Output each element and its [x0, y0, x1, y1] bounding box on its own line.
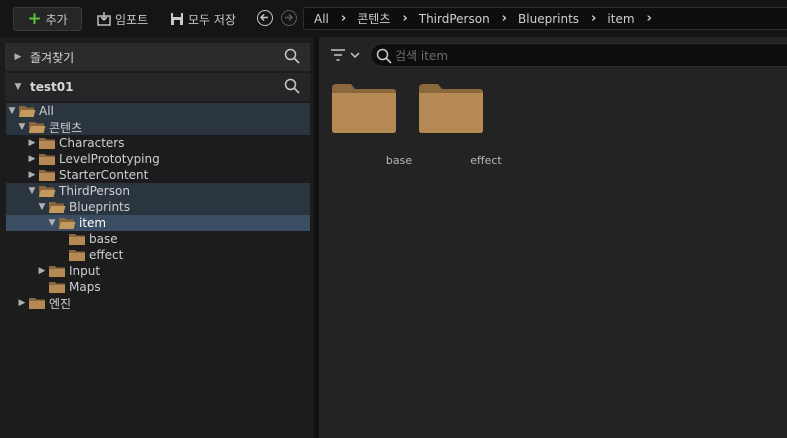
tree-item[interactable]: ▼ item — [6, 215, 310, 231]
save-all-button[interactable]: 모두 저장 — [170, 7, 236, 31]
chevron-right-icon[interactable]: › — [341, 11, 346, 26]
folder-icon — [419, 84, 483, 133]
folder-open-icon — [59, 217, 76, 229]
asset-label: effect — [470, 154, 502, 167]
tree-item-label: effect — [89, 248, 124, 262]
folder-icon — [39, 153, 55, 165]
arrow-left-icon — [260, 13, 268, 22]
tree-item-label: 엔진 — [49, 296, 72, 311]
add-label: 추가 — [45, 12, 68, 27]
tree-item-label: 콘텐츠 — [49, 120, 83, 135]
import-label: 임포트 — [115, 12, 149, 27]
tree-item-label: Maps — [69, 280, 101, 294]
tree-item[interactable]: effect — [6, 247, 310, 263]
tree-item-label: ThirdPerson — [59, 184, 130, 198]
breadcrumb-item[interactable]: 콘텐츠 — [357, 10, 390, 27]
chevron-right-icon[interactable]: ▶ — [27, 154, 37, 164]
tree-item-label: Blueprints — [69, 200, 131, 214]
folder-open-icon — [39, 185, 56, 197]
tree-item[interactable]: ▼ All — [6, 103, 310, 119]
back-button[interactable] — [257, 10, 273, 26]
filter-icon — [331, 49, 345, 61]
tree-item-label: Characters — [59, 136, 125, 150]
folder-icon — [69, 249, 85, 261]
breadcrumb-item[interactable]: All — [314, 12, 329, 26]
project-label: test01 — [30, 80, 74, 94]
chevron-down-icon[interactable]: ▼ — [13, 82, 23, 92]
favorites-label: 즐겨찾기 — [30, 50, 75, 65]
tree-item-label: All — [39, 104, 54, 118]
save-all-label: 모두 저장 — [188, 12, 236, 27]
tree-item[interactable]: ▶ StarterContent — [6, 167, 310, 183]
breadcrumb-item[interactable]: ThirdPerson — [419, 12, 490, 26]
tree-item[interactable]: ▼ 콘텐츠 — [6, 119, 310, 135]
search-icon[interactable] — [284, 48, 300, 64]
chevron-down-icon — [350, 52, 360, 59]
chevron-right-icon[interactable]: ▶ — [27, 170, 37, 180]
folder-open-icon — [49, 201, 66, 213]
chevron-right-icon[interactable]: ▶ — [37, 266, 47, 276]
filter-button[interactable] — [330, 46, 362, 64]
folder-icon — [69, 233, 85, 245]
tree-item[interactable]: ▼ ThirdPerson — [6, 183, 310, 199]
folder-icon — [49, 281, 65, 293]
breadcrumb-item[interactable]: Blueprints — [518, 12, 579, 26]
chevron-down-icon[interactable]: ▼ — [37, 202, 47, 212]
folder-icon — [39, 137, 55, 149]
tree-item-label: item — [79, 216, 107, 230]
import-button[interactable]: 임포트 — [96, 7, 148, 31]
tree-item-label: LevelPrototyping — [59, 152, 160, 166]
chevron-right-icon[interactable]: ▶ — [13, 52, 23, 62]
add-button[interactable]: + 추가 — [13, 7, 82, 31]
chevron-down-icon[interactable]: ▼ — [7, 106, 17, 116]
folder-icon — [39, 169, 55, 181]
search-icon[interactable] — [284, 78, 300, 94]
toolbar: + 추가 임포트 모두 저장 All › 콘텐츠 › ThirdPerson › Bl… — [0, 0, 787, 37]
asset-tile-base[interactable]: base — [331, 82, 412, 167]
tree-item[interactable]: ▼ Blueprints — [6, 199, 310, 215]
favorites-header[interactable]: ▶ 즐겨찾기 — [5, 43, 310, 71]
chevron-right-icon[interactable]: ▶ — [27, 138, 37, 148]
project-header[interactable]: ▼ test01 — [5, 73, 310, 101]
chevron-right-icon[interactable]: › — [647, 11, 652, 26]
import-icon — [97, 12, 111, 26]
chevron-down-icon[interactable]: ▼ — [47, 218, 57, 228]
save-icon — [171, 13, 183, 25]
chevron-right-icon[interactable]: › — [402, 11, 407, 26]
folder-open-icon — [19, 105, 36, 117]
arrow-right-icon — [285, 13, 293, 22]
chevron-down-icon[interactable]: ▼ — [27, 186, 37, 196]
chevron-down-icon[interactable]: ▼ — [17, 122, 27, 132]
chevron-right-icon[interactable]: ▶ — [17, 298, 27, 308]
asset-label: base — [385, 154, 413, 167]
search-icon — [376, 48, 392, 64]
tree-item-label: Input — [69, 264, 101, 278]
folder-icon — [332, 84, 396, 133]
tree-item[interactable]: ▶ Characters — [6, 135, 310, 151]
tree-item[interactable]: base — [6, 231, 310, 247]
chevron-right-icon[interactable]: › — [591, 11, 596, 26]
tree-item[interactable]: ▶ 엔진 — [6, 295, 310, 311]
search-input[interactable]: 검색 item — [370, 43, 787, 67]
tree-item-label: base — [89, 232, 118, 246]
folder-icon — [29, 297, 45, 309]
forward-button[interactable] — [281, 10, 297, 26]
breadcrumb: All › 콘텐츠 › ThirdPerson › Blueprints › item › — [303, 7, 787, 30]
search-placeholder: 검색 item — [395, 48, 449, 63]
plus-icon: + — [27, 8, 42, 29]
breadcrumb-item[interactable]: item — [607, 12, 634, 26]
tree-item[interactable]: ▶ Input — [6, 263, 310, 279]
asset-tile-effect[interactable]: effect — [418, 82, 502, 167]
folder-icon — [49, 265, 65, 277]
folder-open-icon — [29, 121, 46, 133]
tree-item[interactable]: Maps — [6, 279, 310, 295]
tree-item-label: StarterContent — [59, 168, 149, 182]
tree-item[interactable]: ▶ LevelPrototyping — [6, 151, 310, 167]
chevron-right-icon[interactable]: › — [502, 11, 507, 26]
